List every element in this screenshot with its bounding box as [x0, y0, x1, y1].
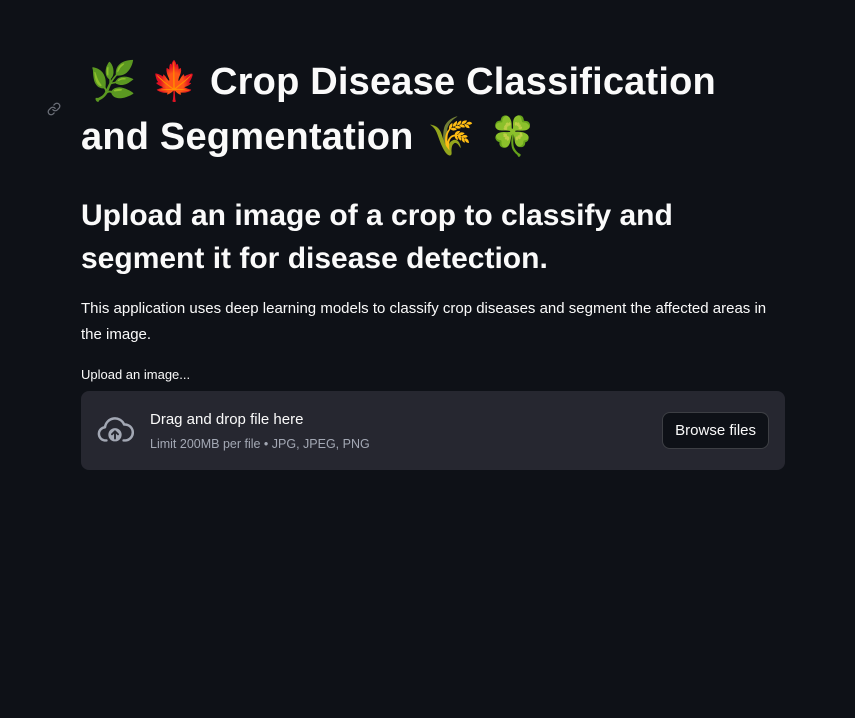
page-subtitle: Upload an image of a crop to classify an…	[81, 199, 673, 275]
browse-files-button[interactable]: Browse files	[662, 412, 769, 449]
rice-sheaf-icon: 🌾	[427, 114, 476, 158]
file-dropzone[interactable]: Drag and drop file here Limit 200MB per …	[81, 391, 785, 470]
uploader-label: Upload an image...	[81, 367, 191, 382]
cloud-upload-icon	[97, 417, 134, 442]
page-title: 🌿 🍁 Crop Disease Classification and Segmen…	[81, 54, 785, 164]
header-anchor-link[interactable]	[40, 95, 68, 123]
dropzone-instructions: Drag and drop file here Limit 200MB per …	[150, 409, 370, 453]
maple-leaf-icon: 🍁	[150, 59, 199, 103]
dropzone-limit-text: Limit 200MB per file • JPG, JPEG, PNG	[150, 437, 370, 451]
dropzone-title: Drag and drop file here	[150, 411, 304, 428]
four-leaf-clover-icon: 🍀	[489, 114, 537, 158]
link-icon	[47, 102, 61, 116]
app-description: This application uses deep learning mode…	[81, 300, 767, 343]
herb-icon: 🌿	[89, 59, 137, 103]
